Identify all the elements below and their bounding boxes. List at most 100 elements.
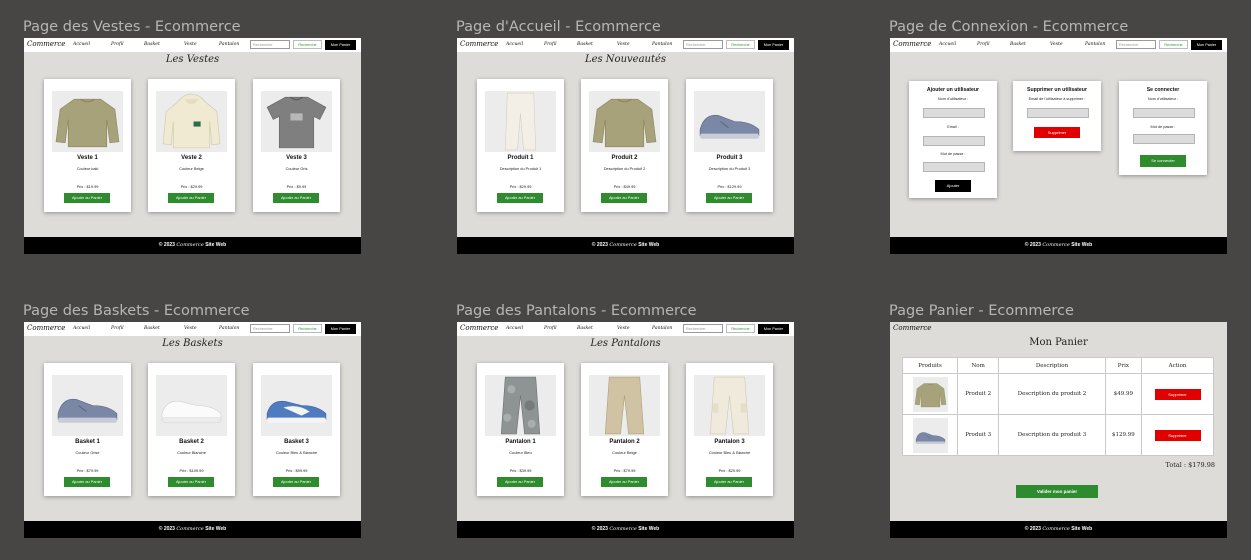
login-username-input[interactable] bbox=[1133, 108, 1195, 118]
search-input[interactable]: Rechercher bbox=[683, 40, 723, 49]
add-to-cart-button[interactable]: Ajouter au Panier bbox=[64, 477, 110, 487]
add-to-cart-button[interactable]: Ajouter au Panier bbox=[497, 477, 543, 487]
nav-link-pantalon[interactable]: Pantalon bbox=[652, 326, 672, 331]
nav-link-pantalon[interactable]: Pantalon bbox=[652, 42, 672, 47]
footer-logo: Commerce bbox=[176, 526, 204, 532]
column-header-description: Description bbox=[998, 357, 1106, 374]
nav-link-basket[interactable]: Basket bbox=[144, 42, 160, 47]
cart-button[interactable]: Mon Panier bbox=[1191, 40, 1222, 50]
add-to-cart-button[interactable]: Ajouter au Panier bbox=[64, 193, 110, 203]
navbar: Commerce Accueil Profil Basket Veste Pantalon… bbox=[457, 38, 794, 52]
remove-item-button[interactable]: Supprimer bbox=[1154, 429, 1201, 441]
site-logo[interactable]: Commerce bbox=[460, 324, 498, 332]
nav-link-veste[interactable]: Veste bbox=[184, 42, 197, 47]
frame-title: Page des Vestes - Ecommerce bbox=[23, 19, 241, 35]
nav-link-veste[interactable]: Veste bbox=[184, 326, 197, 331]
nav-link-profil[interactable]: Profil bbox=[544, 326, 557, 331]
delete-user-button[interactable]: Supprimer bbox=[1034, 127, 1080, 138]
nav-link-accueil[interactable]: Accueil bbox=[506, 42, 523, 47]
cart-total: Total : $179.98 bbox=[1165, 461, 1215, 469]
site-logo[interactable]: Commerce bbox=[460, 40, 498, 48]
username-label: Nom d'utilisateur : bbox=[937, 97, 969, 101]
nav-link-profil[interactable]: Profil bbox=[544, 42, 557, 47]
login-button[interactable]: Se connecter bbox=[1140, 155, 1186, 167]
product-image[interactable] bbox=[156, 91, 227, 152]
search-button[interactable]: Recherche bbox=[1159, 40, 1188, 49]
nav-link-veste[interactable]: Veste bbox=[1050, 42, 1063, 47]
footer-logo: Commerce bbox=[1042, 526, 1070, 532]
section-heading: Les Baskets bbox=[162, 338, 223, 349]
cart-product-description: Description du produit 2 bbox=[998, 373, 1106, 415]
product-card: Basket 2 Couleur Blanche Prix : $109.99 Ajo… bbox=[148, 363, 235, 496]
site-logo[interactable]: Commerce bbox=[893, 40, 931, 48]
product-image[interactable] bbox=[52, 375, 123, 436]
product-image[interactable] bbox=[694, 91, 765, 152]
nav-link-veste[interactable]: Veste bbox=[617, 326, 630, 331]
product-image[interactable] bbox=[485, 375, 556, 436]
delete-email-input[interactable] bbox=[1027, 108, 1089, 118]
nav-link-accueil[interactable]: Accueil bbox=[939, 42, 956, 47]
product-description: Couleur Grise bbox=[75, 450, 100, 455]
site-logo[interactable]: Commerce bbox=[27, 40, 65, 48]
nav-link-profil[interactable]: Profil bbox=[111, 42, 124, 47]
nav-link-basket[interactable]: Basket bbox=[1010, 42, 1026, 47]
login-password-input[interactable] bbox=[1133, 134, 1195, 144]
site-logo[interactable]: Commerce bbox=[27, 324, 65, 332]
nav-link-pantalon[interactable]: Pantalon bbox=[1085, 42, 1105, 47]
search-button[interactable]: Recherche bbox=[293, 40, 322, 49]
add-to-cart-button[interactable]: Ajouter au Panier bbox=[273, 477, 319, 487]
product-card: Produit 3 Description du Produit 3 Prix : … bbox=[686, 79, 773, 212]
search-input[interactable]: Rechercher bbox=[250, 40, 290, 49]
email-input[interactable] bbox=[923, 136, 985, 146]
product-name: Basket 3 bbox=[284, 439, 309, 445]
add-to-cart-button[interactable]: Ajouter au Panier bbox=[497, 193, 543, 203]
product-image[interactable] bbox=[261, 91, 332, 152]
nav-link-pantalon[interactable]: Pantalon bbox=[219, 326, 239, 331]
search-input[interactable]: Rechercher bbox=[250, 324, 290, 333]
search-button[interactable]: Recherche bbox=[293, 324, 322, 333]
cart-button[interactable]: Mon Panier bbox=[758, 324, 789, 334]
nav-link-basket[interactable]: Basket bbox=[577, 42, 593, 47]
site-logo[interactable]: Commerce bbox=[893, 324, 931, 332]
search-button[interactable]: Recherche bbox=[726, 324, 755, 333]
username-input[interactable] bbox=[923, 108, 985, 118]
add-user-button[interactable]: Ajouter bbox=[935, 180, 971, 192]
product-image[interactable] bbox=[589, 375, 660, 436]
product-image[interactable] bbox=[52, 91, 123, 152]
password-input[interactable] bbox=[923, 162, 985, 172]
nav-link-profil[interactable]: Profil bbox=[111, 326, 124, 331]
nav-link-veste[interactable]: Veste bbox=[617, 42, 630, 47]
product-image[interactable] bbox=[261, 375, 332, 436]
add-to-cart-button[interactable]: Ajouter au Panier bbox=[601, 193, 647, 203]
product-image[interactable] bbox=[485, 91, 556, 152]
add-to-cart-button[interactable]: Ajouter au Panier bbox=[273, 193, 319, 203]
add-to-cart-button[interactable]: Ajouter au Panier bbox=[706, 477, 752, 487]
nav-link-basket[interactable]: Basket bbox=[577, 326, 593, 331]
nav-link-accueil[interactable]: Accueil bbox=[73, 326, 90, 331]
cart-button[interactable]: Mon Panier bbox=[325, 40, 356, 50]
section-heading: Les Pantalons bbox=[590, 338, 661, 349]
navbar: Commerce Accueil Profil Basket Veste Pantalon… bbox=[890, 38, 1227, 52]
nav-link-pantalon[interactable]: Pantalon bbox=[219, 42, 239, 47]
search-input[interactable]: Rechercher bbox=[683, 324, 723, 333]
cart-row: Produit 3 Description du produit 3 $129.99… bbox=[901, 414, 1214, 456]
cart-button[interactable]: Mon Panier bbox=[325, 324, 356, 334]
validate-cart-button[interactable]: Valider mon panier bbox=[1016, 485, 1098, 498]
add-to-cart-button[interactable]: Ajouter au Panier bbox=[706, 193, 752, 203]
cart-button[interactable]: Mon Panier bbox=[758, 40, 789, 50]
search-button[interactable]: Recherche bbox=[726, 40, 755, 49]
remove-item-button[interactable]: Supprimer bbox=[1154, 388, 1201, 400]
footer-logo: Commerce bbox=[609, 242, 637, 248]
nav-link-accueil[interactable]: Accueil bbox=[506, 326, 523, 331]
product-image[interactable] bbox=[694, 375, 765, 436]
search-input[interactable]: Rechercher bbox=[1116, 40, 1156, 49]
product-image[interactable] bbox=[589, 91, 660, 152]
add-to-cart-button[interactable]: Ajouter au Panier bbox=[168, 477, 214, 487]
add-to-cart-button[interactable]: Ajouter au Panier bbox=[601, 477, 647, 487]
product-image[interactable] bbox=[156, 375, 227, 436]
nav-link-basket[interactable]: Basket bbox=[144, 326, 160, 331]
add-to-cart-button[interactable]: Ajouter au Panier bbox=[168, 193, 214, 203]
footer-copyright: © 2023 bbox=[591, 526, 608, 532]
nav-link-accueil[interactable]: Accueil bbox=[73, 42, 90, 47]
nav-link-profil[interactable]: Profil bbox=[977, 42, 990, 47]
